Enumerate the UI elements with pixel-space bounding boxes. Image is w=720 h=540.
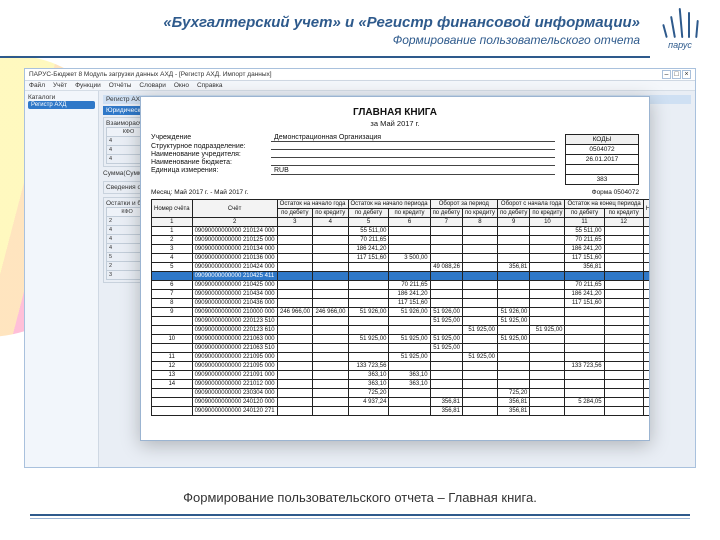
report-form-line: Месяц: Май 2017 г. - Май 2017 г. Форма 0… bbox=[151, 189, 639, 196]
logo: парус bbox=[650, 6, 710, 50]
menu-item[interactable]: Функции bbox=[75, 82, 101, 89]
menu-item[interactable]: Учёт bbox=[53, 82, 67, 89]
report-title: ГЛАВНАЯ КНИГА bbox=[151, 107, 639, 118]
report-meta-left: УчреждениеДемонстрационная Организация С… bbox=[151, 134, 555, 185]
menu-item[interactable]: Словари bbox=[139, 82, 165, 89]
menu-item[interactable]: Файл bbox=[29, 82, 45, 89]
report-dialog[interactable]: ГЛАВНАЯ КНИГА за Май 2017 г. УчреждениеД… bbox=[140, 96, 650, 441]
report-kody: КОДЫ 0504072 26.01.2017 383 bbox=[565, 134, 639, 185]
header-subtitle: Формирование пользовательского отчета bbox=[0, 33, 640, 47]
minimize-icon: – bbox=[662, 70, 671, 79]
maximize-icon: □ bbox=[672, 70, 681, 79]
bg-sidebar[interactable]: Каталоги Регистр АХД bbox=[25, 91, 99, 467]
bottom-thin-rule bbox=[30, 518, 690, 519]
close-icon: × bbox=[682, 70, 691, 79]
header-title: «Бухгалтерский учет» и «Регистр финансов… bbox=[0, 14, 640, 31]
catalog-label: Каталоги bbox=[28, 94, 95, 101]
header-rule bbox=[0, 56, 650, 58]
page-header: «Бухгалтерский учет» и «Регистр финансов… bbox=[0, 14, 720, 47]
bg-titlebar: ПАРУС-Бюджет 8 Модуль загрузки данных АХ… bbox=[25, 69, 695, 81]
bottom-rule bbox=[30, 514, 690, 516]
menu-item[interactable]: Окно bbox=[174, 82, 189, 89]
menu-item[interactable]: Справка bbox=[197, 82, 223, 89]
logo-icon bbox=[660, 6, 700, 38]
catalog-selected[interactable]: Регистр АХД bbox=[28, 101, 95, 109]
bg-window-title: ПАРУС-Бюджет 8 Модуль загрузки данных АХ… bbox=[29, 71, 272, 78]
menu-item[interactable]: Отчёты bbox=[109, 82, 132, 89]
report-period: за Май 2017 г. bbox=[151, 119, 639, 128]
window-buttons[interactable]: –□× bbox=[661, 70, 691, 79]
bg-menubar[interactable]: Файл Учёт Функции Отчёты Словари Окно Справка bbox=[25, 81, 695, 91]
ledger-table[interactable]: Номер счётаСчётОстаток на начало годаОст… bbox=[151, 199, 650, 416]
slide-caption: Формирование пользовательского отчета – … bbox=[0, 490, 720, 505]
logo-text: парус bbox=[650, 40, 710, 50]
